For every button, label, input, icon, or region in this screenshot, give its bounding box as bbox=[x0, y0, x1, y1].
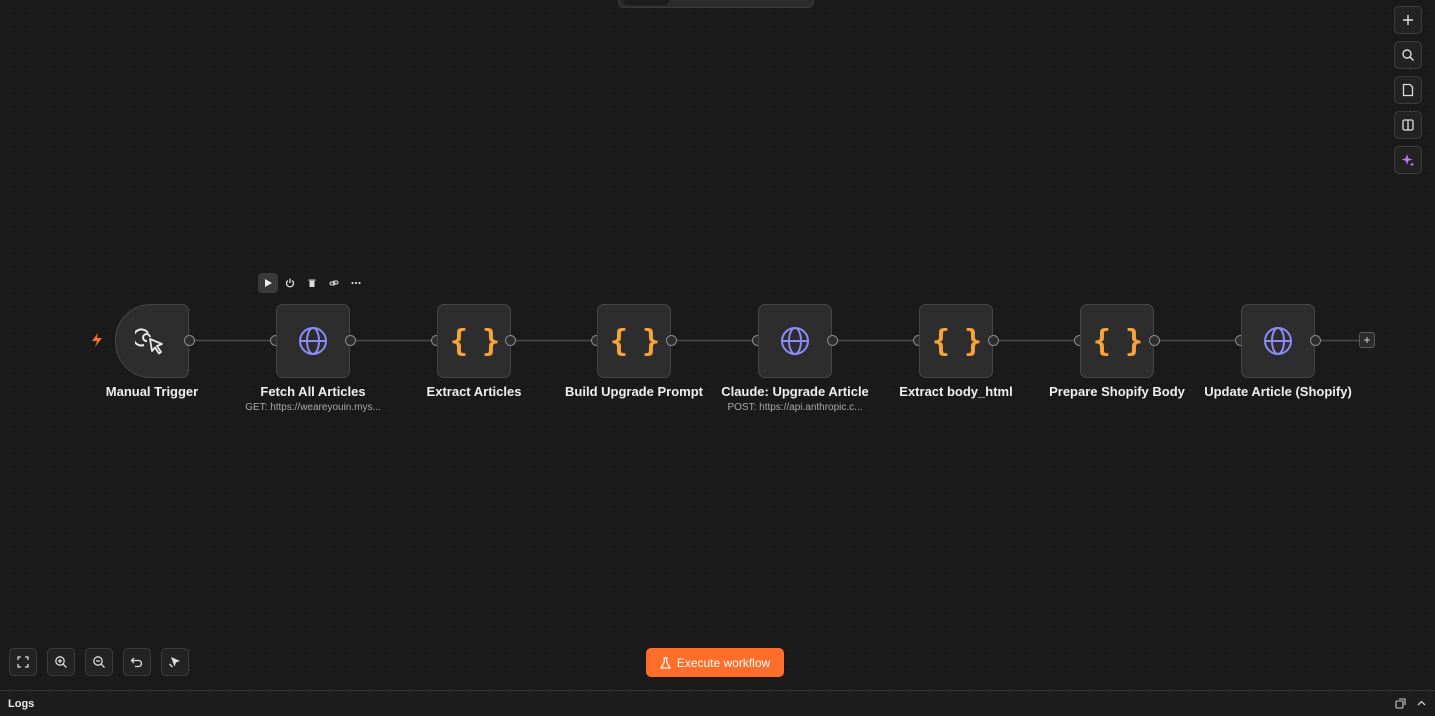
panel-icon bbox=[1402, 119, 1414, 131]
connections bbox=[195, 339, 1359, 342]
undo-button[interactable] bbox=[123, 648, 151, 676]
zoom-out-button[interactable] bbox=[85, 648, 113, 676]
globe-icon bbox=[1264, 327, 1292, 355]
code-braces-icon: { } bbox=[449, 323, 500, 359]
node-label: Update Article (Shopify) bbox=[1204, 384, 1352, 399]
node-label: Prepare Shopify Body bbox=[1049, 384, 1185, 399]
globe-icon bbox=[781, 327, 809, 355]
node-extract-articles[interactable]: { } bbox=[437, 304, 511, 378]
undo-icon bbox=[130, 657, 143, 668]
node-label: Build Upgrade Prompt bbox=[565, 384, 703, 399]
output-handle[interactable] bbox=[827, 335, 838, 346]
ai-assistant-button[interactable] bbox=[1394, 146, 1422, 174]
plus-icon bbox=[1403, 15, 1413, 25]
node-fetch-all-articles[interactable] bbox=[276, 304, 350, 378]
code-braces-icon: { } bbox=[1092, 323, 1143, 359]
add-node-panel-button[interactable] bbox=[1394, 6, 1422, 34]
logs-title: Logs bbox=[8, 697, 35, 710]
node-subtitle: POST: https://api.anthropic.c... bbox=[727, 402, 863, 413]
output-handle[interactable] bbox=[345, 335, 356, 346]
node-claude-upgrade-article[interactable] bbox=[758, 304, 832, 378]
fit-view-button[interactable] bbox=[9, 648, 37, 676]
search-button[interactable] bbox=[1394, 41, 1422, 69]
search-icon bbox=[1402, 49, 1414, 61]
code-braces-icon: { } bbox=[931, 323, 982, 359]
node-extract-body-html[interactable]: { } bbox=[919, 304, 993, 378]
link-icon[interactable] bbox=[324, 273, 344, 293]
more-icon[interactable] bbox=[346, 273, 366, 293]
pop-out-icon[interactable] bbox=[1395, 698, 1406, 709]
play-icon[interactable] bbox=[258, 273, 278, 293]
trigger-bolt-icon bbox=[92, 333, 102, 347]
globe-icon bbox=[299, 327, 327, 355]
chevron-up-icon[interactable] bbox=[1416, 698, 1427, 709]
output-handle[interactable] bbox=[505, 335, 516, 346]
zoom-out-icon bbox=[93, 656, 105, 668]
node-label: Fetch All Articles bbox=[260, 384, 366, 399]
node-toolbar bbox=[258, 273, 366, 293]
logs-panel-bar[interactable]: Logs bbox=[0, 690, 1435, 716]
node-build-upgrade-prompt[interactable]: { } bbox=[597, 304, 671, 378]
fit-view-icon bbox=[17, 656, 29, 668]
zoom-in-button[interactable] bbox=[47, 648, 75, 676]
power-icon[interactable] bbox=[280, 273, 300, 293]
output-handle[interactable] bbox=[666, 335, 677, 346]
sparkle-icon bbox=[1401, 154, 1415, 167]
node-update-article-shopify[interactable] bbox=[1241, 304, 1315, 378]
node-label: Claude: Upgrade Article bbox=[721, 384, 869, 399]
tidy-up-icon bbox=[169, 657, 180, 668]
node-label: Extract Articles bbox=[426, 384, 522, 399]
output-handle[interactable] bbox=[988, 335, 999, 346]
node-manual-trigger[interactable] bbox=[115, 304, 189, 378]
output-handle[interactable] bbox=[1310, 335, 1321, 346]
zoom-in-icon bbox=[55, 656, 67, 668]
canvas-zoom-toolbar bbox=[9, 648, 189, 676]
add-node-button[interactable]: + bbox=[1359, 332, 1375, 348]
flask-icon bbox=[660, 656, 671, 669]
trash-icon[interactable] bbox=[302, 273, 322, 293]
execute-workflow-button[interactable]: Execute workflow bbox=[646, 648, 784, 677]
panel-toggle-button[interactable] bbox=[1394, 111, 1422, 139]
canvas-right-toolbar bbox=[1394, 6, 1422, 174]
node-prepare-shopify-body[interactable]: { } bbox=[1080, 304, 1154, 378]
code-braces-icon: { } bbox=[609, 323, 660, 359]
execute-workflow-label: Execute workflow bbox=[676, 655, 771, 670]
node-label: Extract body_html bbox=[899, 384, 1013, 399]
sticky-note-button[interactable] bbox=[1394, 76, 1422, 104]
cursor-click-icon bbox=[135, 328, 163, 355]
output-handle[interactable] bbox=[184, 335, 195, 346]
sticky-note-icon bbox=[1402, 83, 1414, 97]
output-handle[interactable] bbox=[1149, 335, 1160, 346]
workflow-canvas[interactable]: Manual Trigger Fetch All Articles GET: h… bbox=[0, 0, 1435, 690]
node-subtitle: GET: https://weareyouin.mys... bbox=[245, 402, 381, 413]
node-label: Manual Trigger bbox=[105, 384, 199, 399]
tidy-up-button[interactable] bbox=[161, 648, 189, 676]
